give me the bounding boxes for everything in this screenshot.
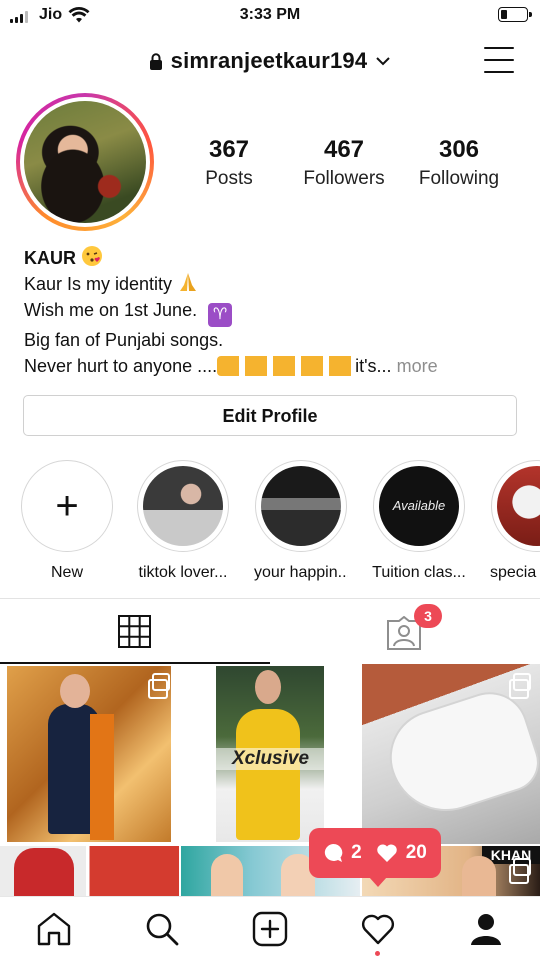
bio-line-4-tail: it's...: [355, 356, 392, 376]
multi-post-icon: [509, 673, 531, 699]
kiss-face-emoji-icon: [82, 246, 103, 266]
search-icon[interactable]: [144, 911, 180, 947]
followers-count[interactable]: 467 Followers: [289, 136, 399, 190]
chevron-down-icon: [376, 57, 391, 66]
highlight-label: specia: [490, 564, 537, 581]
highlight-tuition[interactable]: Available Tuition clas...: [372, 460, 466, 582]
following-count-label: Following: [418, 168, 500, 189]
highlight-new[interactable]: + New: [20, 460, 114, 582]
profile-icon[interactable]: [468, 911, 504, 947]
posts-count-value: 367: [208, 136, 250, 163]
aries-sign-icon: ♈: [208, 303, 233, 327]
bio: KAUR Kaur Is my identity Wish me on 1st …: [24, 245, 438, 379]
heart-icon[interactable]: [360, 911, 396, 947]
post-tile[interactable]: [0, 846, 179, 896]
bio-line-4: Never hurt to anyone ....: [24, 356, 218, 376]
posts-count[interactable]: 367 Posts: [174, 136, 284, 190]
bio-line-3: Big fan of Punjabi songs.: [24, 330, 224, 350]
highlight-happiness[interactable]: your happin...: [254, 460, 348, 582]
clock: 3:33 PM: [239, 6, 301, 23]
multi-post-icon: [509, 858, 531, 884]
highlight-label: Tuition clas...: [372, 564, 466, 581]
profile-name: KAUR: [24, 248, 76, 268]
status-bar: Jio 3:33 PM: [0, 0, 540, 32]
grid-icon[interactable]: [118, 615, 151, 648]
bio-more-link[interactable]: more: [397, 356, 438, 376]
post-tile[interactable]: [0, 664, 179, 844]
post-overlay-text: Xclusive: [181, 748, 360, 770]
posts-count-label: Posts: [205, 168, 253, 189]
multi-post-icon: [148, 673, 170, 699]
highlight-label: tiktok lover...: [138, 564, 228, 581]
profile-header: simranjeetkaur194: [0, 40, 540, 84]
bottom-nav: [0, 896, 540, 960]
add-post-icon[interactable]: [252, 911, 288, 947]
username: simranjeetkaur194: [170, 48, 368, 73]
home-icon[interactable]: [36, 911, 72, 947]
comment-icon: [324, 843, 343, 862]
tagged-badge: 3: [414, 604, 442, 628]
followers-count-value: 467: [323, 136, 365, 163]
followers-count-label: Followers: [303, 168, 385, 189]
post-tile[interactable]: [362, 664, 540, 844]
highlight-special[interactable]: specia: [490, 460, 540, 582]
praying-hands-icon: [180, 273, 197, 291]
avatar[interactable]: [16, 93, 154, 231]
posts-grid: Xclusive KHAN: [0, 664, 540, 896]
like-count: 20: [405, 842, 427, 863]
edit-profile-button[interactable]: Edit Profile: [23, 395, 517, 436]
menu-icon[interactable]: [484, 47, 514, 73]
bio-line-2: Wish me on 1st June.: [24, 300, 198, 320]
post-tile[interactable]: Xclusive: [181, 664, 360, 844]
bio-line-1: Kaur Is my identity: [24, 274, 173, 294]
activity-dot: [375, 951, 380, 956]
avatar-photo: [24, 101, 146, 223]
comment-count: 2: [351, 842, 362, 863]
battery-icon: [498, 7, 532, 22]
plus-icon: +: [55, 484, 79, 528]
heart-icon: [376, 844, 397, 862]
profile-tabs: 3: [0, 598, 540, 664]
lock-icon: [149, 52, 162, 70]
highlight-tiktok[interactable]: tiktok lover...: [136, 460, 230, 582]
account-switcher[interactable]: simranjeetkaur194: [0, 48, 540, 74]
following-count[interactable]: 306 Following: [404, 136, 514, 190]
following-count-value: 306: [438, 136, 480, 163]
raised-hands-icon: [217, 356, 356, 376]
activity-notification[interactable]: 2 20: [309, 828, 441, 887]
tuition-card-text: Available: [392, 498, 446, 513]
highlight-label: New: [50, 564, 83, 581]
highlight-label: your happin...: [254, 564, 348, 581]
